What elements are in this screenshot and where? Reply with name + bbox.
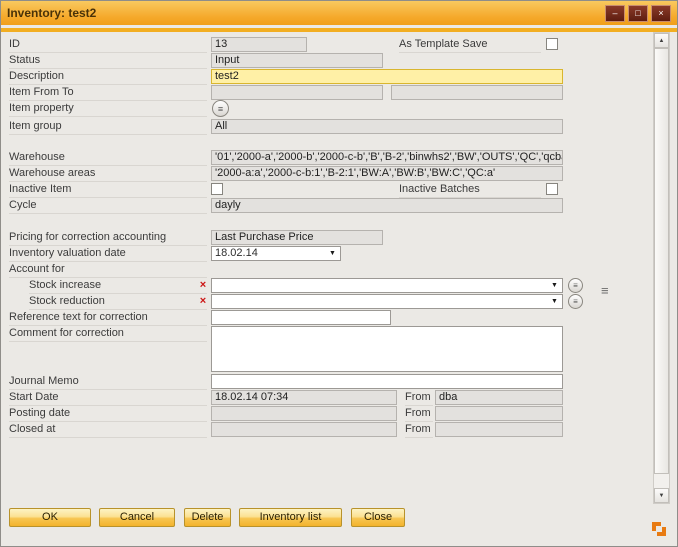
cycle-field: dayly	[211, 198, 563, 213]
menu-icon: ≡	[573, 281, 578, 290]
label-journal-memo: Journal Memo	[9, 374, 207, 390]
stock-reduction-select[interactable]: ▼	[211, 294, 563, 309]
label-start-date: Start Date	[9, 390, 207, 406]
label-comment: Comment for correction	[9, 326, 207, 342]
label-stock-reduction: Stock reduction	[29, 294, 207, 310]
cancel-button[interactable]: Cancel	[99, 508, 175, 527]
label-cycle: Cycle	[9, 198, 207, 214]
label-posting-date: Posting date	[9, 406, 207, 422]
label-from: From	[405, 406, 433, 422]
start-date-field: 18.02.14 07:34	[211, 390, 397, 405]
stock-increase-choose-button[interactable]: ≡	[568, 278, 583, 293]
close-icon: ×	[658, 9, 663, 18]
label-from: From	[405, 390, 433, 406]
scroll-down-button[interactable]: ▼	[654, 488, 669, 503]
label-item-from-to: Item From To	[9, 85, 207, 101]
label-id: ID	[9, 37, 207, 53]
scroll-up-button[interactable]: ▲	[654, 33, 669, 48]
item-to-field	[391, 85, 563, 100]
warehouse-field: '01','2000-a','2000-b','2000-c-b','B','B…	[211, 150, 563, 165]
dropdown-arrow-icon: ▼	[548, 295, 561, 308]
start-from-field: dba	[435, 390, 563, 405]
stock-reduction-choose-button[interactable]: ≡	[568, 294, 583, 309]
inactive-item-checkbox[interactable]	[211, 183, 223, 195]
label-pricing: Pricing for correction accounting	[9, 230, 207, 246]
warehouse-areas-field: '2000-a:a','2000-c-b:1','B-2:1','BW:A','…	[211, 166, 563, 181]
accent-line	[1, 28, 677, 32]
label-item-group: Item group	[9, 119, 207, 135]
label-account-for: Account for	[9, 262, 207, 278]
invalid-icon: ×	[197, 294, 209, 309]
label-item-property: Item property	[9, 101, 207, 117]
stock-increase-select[interactable]: ▼	[211, 278, 563, 293]
item-from-field	[211, 85, 383, 100]
journal-memo-input[interactable]	[211, 374, 563, 389]
label-reference-text: Reference text for correction	[9, 310, 207, 326]
scroll-down-icon: ▼	[659, 493, 665, 499]
close-button-footer[interactable]: Close	[351, 508, 405, 527]
label-inactive-batches: Inactive Batches	[399, 182, 541, 198]
label-warehouse: Warehouse	[9, 150, 207, 166]
label-stock-increase: Stock increase	[29, 278, 207, 294]
window-title: Inventory: test2	[7, 6, 96, 20]
inventory-list-button[interactable]: Inventory list	[239, 508, 342, 527]
valuation-date-select[interactable]: 18.02.14 ▼	[211, 246, 341, 261]
closed-at-field	[211, 422, 397, 437]
label-as-template-save: As Template Save	[399, 37, 541, 53]
ok-button[interactable]: OK	[9, 508, 91, 527]
description-field[interactable]: test2	[211, 69, 563, 84]
reference-text-input[interactable]	[211, 310, 391, 325]
label-inactive-item: Inactive Item	[9, 182, 207, 198]
scroll-up-icon: ▲	[659, 38, 665, 44]
status-field: Input	[211, 53, 383, 68]
label-valuation-date: Inventory valuation date	[9, 246, 207, 262]
pricing-field: Last Purchase Price	[211, 230, 383, 245]
item-property-button[interactable]: ≡	[212, 100, 229, 117]
inactive-batches-checkbox[interactable]	[546, 183, 558, 195]
window-controls: – □ ×	[602, 5, 671, 22]
dropdown-arrow-icon: ▼	[548, 279, 561, 292]
comment-textarea[interactable]	[211, 326, 563, 372]
menu-icon: ≡	[218, 104, 223, 114]
form-settings-icon[interactable]	[651, 521, 667, 537]
label-warehouse-areas: Warehouse areas	[9, 166, 207, 182]
invalid-icon: ×	[197, 278, 209, 293]
scroll-thumb[interactable]	[654, 48, 669, 474]
vertical-scrollbar[interactable]: ▲ ▼	[653, 32, 670, 504]
maximize-icon: □	[635, 9, 640, 18]
form-settings-glyph	[651, 521, 667, 537]
minimize-button[interactable]: –	[605, 5, 625, 22]
minimize-icon: –	[612, 9, 617, 18]
posting-from-field	[435, 406, 563, 421]
valuation-date-value: 18.02.14	[215, 247, 258, 259]
delete-button[interactable]: Delete	[184, 508, 231, 527]
id-field: 13	[211, 37, 307, 52]
label-status: Status	[9, 53, 207, 69]
closed-from-field	[435, 422, 563, 437]
label-from: From	[405, 422, 433, 438]
close-button[interactable]: ×	[651, 5, 671, 22]
menu-icon[interactable]: ≡	[601, 284, 609, 297]
menu-icon: ≡	[573, 297, 578, 306]
maximize-button[interactable]: □	[628, 5, 648, 22]
label-closed-at: Closed at	[9, 422, 207, 438]
inventory-window: Inventory: test2 – □ × ID 13 As Template…	[0, 0, 678, 547]
posting-date-field	[211, 406, 397, 421]
titlebar: Inventory: test2 – □ ×	[1, 1, 677, 25]
label-description: Description	[9, 69, 207, 85]
dropdown-arrow-icon: ▼	[326, 247, 339, 260]
as-template-save-checkbox[interactable]	[546, 38, 558, 50]
item-group-field: All	[211, 119, 563, 134]
